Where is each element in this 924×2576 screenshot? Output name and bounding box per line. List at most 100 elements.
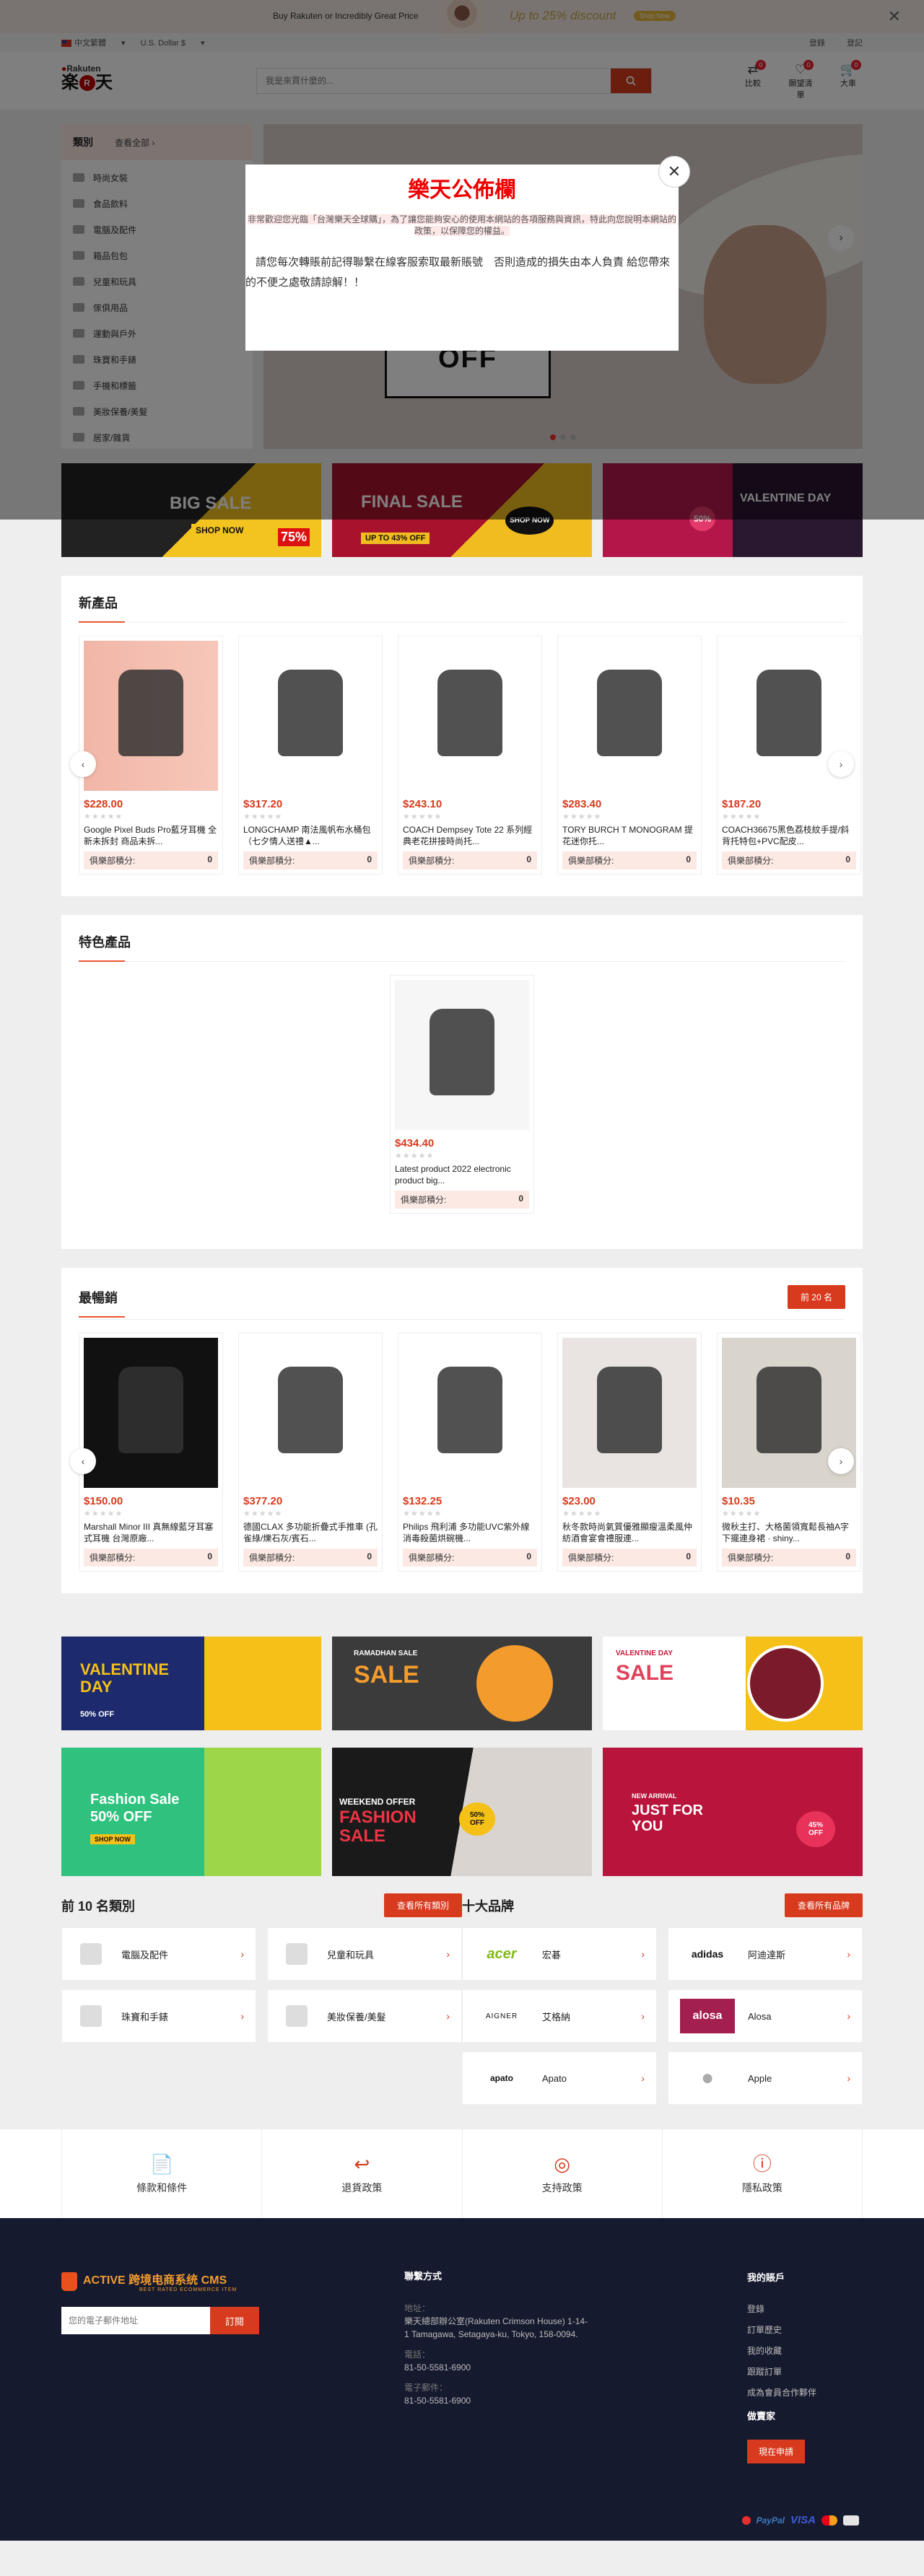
- brand-item[interactable]: AIGNER 艾格納 ›: [462, 1989, 657, 2043]
- rating-stars: ★★★★★: [722, 812, 762, 821]
- carousel-prev-icon[interactable]: ‹: [70, 751, 96, 777]
- footer-account: 我的賬戶 登錄 訂單歷史 我的收藏 跟蹤訂單 成為會員合作夥伴 做賣家 現在申請: [747, 2270, 816, 2472]
- card-icon: [843, 2515, 859, 2525]
- new-products-section: 新產品 ‹ › $228.00 ★★★★★ Google Pixel Buds Pr…: [61, 576, 863, 896]
- policy-label: 支持政策: [541, 2181, 583, 2194]
- top-categories-title: 前 10 名類別: [61, 1898, 136, 1914]
- rating-stars: ★★★★★: [562, 812, 602, 821]
- payment-methods: PayPal VISA: [741, 2514, 859, 2526]
- product-card[interactable]: $150.00 ★★★★★ Marshall Minor III 真無線藍牙耳塞式耳…: [79, 1333, 223, 1572]
- policy-link[interactable]: ↩ 退貨政策: [261, 2129, 461, 2218]
- rating-stars: ★★★★★: [243, 812, 283, 821]
- promo-valentine-2[interactable]: VALENTINE DAY SALE: [603, 1637, 863, 1730]
- product-shape: [437, 670, 502, 756]
- footer-logo[interactable]: ACTIVE 跨境电商系统 CMS BEST RATED ECOMMERCE I…: [61, 2270, 404, 2292]
- subscribe-button[interactable]: 訂閱: [210, 2307, 259, 2334]
- product-price: $150.00: [84, 1495, 123, 1507]
- rating-stars: ★★★★★: [722, 1510, 762, 1518]
- brand-logo: alosa: [680, 1999, 735, 2033]
- product-card[interactable]: $283.40 ★★★★★ TORY BURCH T MONOGRAM 提花迷你托.…: [557, 636, 702, 875]
- product-shape: [118, 1367, 183, 1453]
- promo-just-for-you[interactable]: NEW ARRIVAL JUST FOR YOU 45% OFF: [603, 1748, 863, 1876]
- brand-item[interactable]: ● Apple ›: [668, 2051, 863, 2105]
- product-image: [243, 1338, 378, 1488]
- top-category-item[interactable]: 美妝保養/美髮 ›: [267, 1989, 462, 2043]
- carousel-next-icon[interactable]: ›: [828, 1448, 854, 1474]
- club-points: 俱樂部積分: 0: [562, 851, 697, 869]
- modal-close-icon[interactable]: ✕: [658, 156, 690, 188]
- promo-valentine[interactable]: VALENTINE DAY 50% OFF: [61, 1637, 321, 1730]
- top-20-button[interactable]: 前 20 名: [787, 1285, 845, 1309]
- top-category-item[interactable]: 珠寶和手錶 ›: [61, 1989, 256, 2043]
- top-category-item[interactable]: 電腦及配件 ›: [61, 1927, 256, 1981]
- club-points: 俱樂部積分: 0: [84, 851, 218, 869]
- product-image: [243, 641, 378, 791]
- policy-link[interactable]: ⓘ 隱私政策: [661, 2129, 863, 2218]
- promo-weekend[interactable]: WEEKEND OFFER FASHION SALE 50% OFF: [332, 1748, 592, 1876]
- newsletter-email-input[interactable]: [61, 2307, 210, 2334]
- club-points-value: 0: [518, 1193, 523, 1204]
- product-card[interactable]: $434.40 ★★★★★ Latest product 2022 electron…: [390, 975, 534, 1214]
- promo-grid: VALENTINE DAY 50% OFF RAMADHAN SALE SALE…: [61, 1637, 863, 1876]
- view-all-categories-button[interactable]: 查看所有類別: [383, 1893, 462, 1917]
- carousel-prev-icon[interactable]: ‹: [70, 1448, 96, 1474]
- featured-section: 特色產品 $434.40 ★★★★★ Latest product 2022 ele…: [61, 915, 863, 1249]
- category-thumbnail: [279, 1937, 314, 1971]
- categories-brands: 前 10 名類別 查看所有類別 電腦及配件 › 兒童和玩具 › 珠寶和手錶 › 美妝保養/美…: [61, 1893, 863, 2105]
- phone-label: 電話：: [404, 2349, 431, 2360]
- promo-small: WEEKEND OFFER: [339, 1797, 416, 1807]
- product-price: $434.40: [395, 1137, 435, 1149]
- modal-body: 請您每次轉賬前記得聯繫在線客服索取最新賬號 否則造成的損失由本人負責 給您帶來的…: [245, 256, 671, 289]
- promo-small: 50% OFF: [80, 1710, 115, 1719]
- product-name: Marshall Minor III 真無線藍牙耳塞式耳機 台灣原廠...: [84, 1522, 214, 1543]
- brand-item[interactable]: apato Apato ›: [462, 2051, 657, 2105]
- brand-item[interactable]: adidas 阿迪達斯 ›: [668, 1927, 863, 1981]
- product-image: [84, 1338, 218, 1488]
- promo-small: VALENTINE DAY: [616, 1650, 673, 1657]
- contact-title: 聯繫方式: [404, 2271, 443, 2282]
- club-points: 俱樂部積分: 0: [562, 1548, 697, 1567]
- product-card[interactable]: $228.00 ★★★★★ Google Pixel Buds Pro藍牙耳機 全新…: [79, 636, 223, 875]
- promo-fashion[interactable]: Fashion Sale 50% OFF SHOP NOW: [61, 1748, 321, 1876]
- account-link[interactable]: 登錄: [747, 2303, 816, 2315]
- product-price: $187.20: [722, 798, 762, 810]
- address-text: 樂天總部辦公室(Rakuten Crimson House) 1-14-1 Ta…: [404, 2316, 588, 2339]
- view-all-brands-button[interactable]: 查看所有品牌: [784, 1893, 863, 1917]
- club-points-value: 0: [686, 854, 691, 864]
- support-icon: ◎: [554, 2152, 570, 2175]
- club-points: 俱樂部積分: 0: [403, 1548, 537, 1567]
- club-points-label: 俱樂部積分:: [90, 1553, 136, 1563]
- top-category-item[interactable]: 兒童和玩具 ›: [267, 1927, 462, 1981]
- email-text: 81-50-5581-6900: [404, 2396, 471, 2406]
- club-points-value: 0: [526, 854, 531, 864]
- policy-link[interactable]: 📄 條款和條件: [61, 2129, 261, 2218]
- product-card[interactable]: $317.20 ★★★★★ LONGCHAMP 南法風帆布水桶包（七夕情人送禮▲..…: [238, 636, 383, 875]
- product-card[interactable]: $243.10 ★★★★★ COACH Dempsey Tote 22 系列經典老花…: [398, 636, 542, 875]
- product-image: [403, 641, 537, 791]
- promo-ramadhan[interactable]: RAMADHAN SALE SALE: [332, 1637, 592, 1730]
- brand-item[interactable]: acer 宏碁 ›: [462, 1927, 657, 1981]
- product-card[interactable]: $23.00 ★★★★★ 秋冬款時尚氣質優雅顯瘦溫柔風仲紡酒會宴會禮服連... 俱樂部…: [557, 1333, 702, 1572]
- rating-stars: ★★★★★: [84, 1510, 123, 1518]
- account-link[interactable]: 跟蹤訂單: [747, 2365, 816, 2378]
- top-categories: 前 10 名類別 查看所有類別 電腦及配件 › 兒童和玩具 › 珠寶和手錶 › 美妝保養/美…: [61, 1893, 462, 2105]
- product-price: $243.10: [403, 798, 443, 810]
- brand-item[interactable]: alosa Alosa ›: [668, 1989, 863, 2043]
- account-link[interactable]: 我的收藏: [747, 2344, 816, 2357]
- club-points: 俱樂部積分: 0: [722, 851, 856, 869]
- product-image: [403, 1338, 537, 1488]
- promo-badge: 45% OFF: [796, 1811, 835, 1847]
- address-label: 地址：: [404, 2303, 431, 2313]
- account-link[interactable]: 訂單歷史: [747, 2323, 816, 2336]
- account-title: 我的賬戶: [747, 2272, 785, 2283]
- apply-now-button[interactable]: 現在申請: [747, 2440, 806, 2463]
- policy-link[interactable]: ◎ 支持政策: [461, 2129, 662, 2218]
- top-category-label: 美妝保養/美髮: [327, 2011, 386, 2023]
- product-shape: [430, 1009, 494, 1095]
- product-card[interactable]: $132.25 ★★★★★ Philips 飛利浦 多功能UVC紫外線消毒殺菌烘碗機…: [398, 1333, 542, 1572]
- product-card[interactable]: $377.20 ★★★★★ 德國CLAX 多功能折疊式手推車 (孔雀綠/爍石灰/賓石…: [238, 1333, 383, 1572]
- account-link[interactable]: 成為會員合作夥伴: [747, 2386, 816, 2398]
- club-points-value: 0: [207, 1551, 212, 1561]
- newsletter-form: 訂閱: [61, 2307, 404, 2334]
- carousel-next-icon[interactable]: ›: [828, 751, 854, 777]
